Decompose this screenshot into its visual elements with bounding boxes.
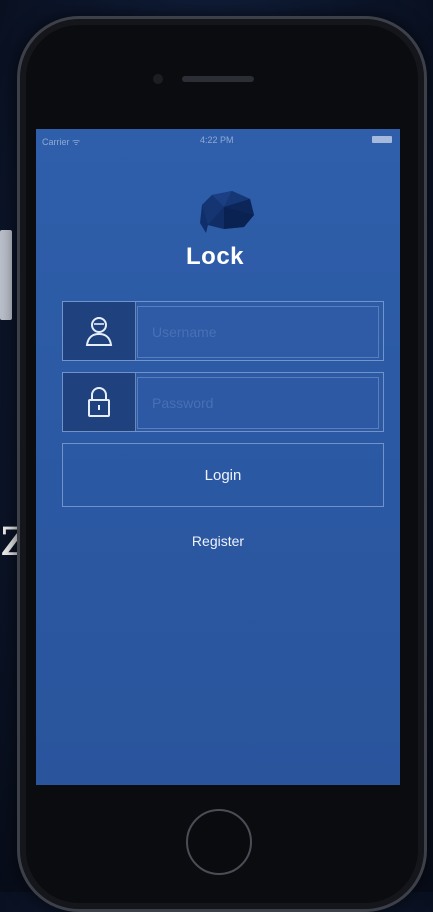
front-camera	[153, 74, 163, 84]
register-link[interactable]: Register	[36, 533, 400, 549]
phone-frame: Carrier ᯤ 4:22 PM Lock Username Login Re…	[17, 16, 427, 912]
app-logo-text: Lock	[186, 243, 245, 270]
password-input[interactable]	[137, 377, 379, 429]
user-icon	[63, 302, 136, 360]
lock-icon	[63, 373, 136, 431]
username-field-group	[62, 301, 384, 361]
password-field-group	[62, 372, 384, 432]
app-screen: Carrier ᯤ 4:22 PM Lock Username Login Re…	[36, 129, 400, 785]
earpiece-speaker	[182, 76, 254, 82]
status-time: 4:22 PM	[200, 135, 234, 145]
status-bar: Carrier ᯤ 4:22 PM	[36, 129, 400, 149]
background-light-glow	[0, 230, 12, 320]
battery-icon	[372, 136, 392, 143]
home-button[interactable]	[186, 809, 252, 875]
logo-bubble-icon	[200, 191, 254, 233]
username-input[interactable]	[137, 306, 379, 358]
login-button[interactable]: Login	[62, 443, 384, 507]
carrier-label: Carrier ᯤ	[42, 137, 81, 147]
